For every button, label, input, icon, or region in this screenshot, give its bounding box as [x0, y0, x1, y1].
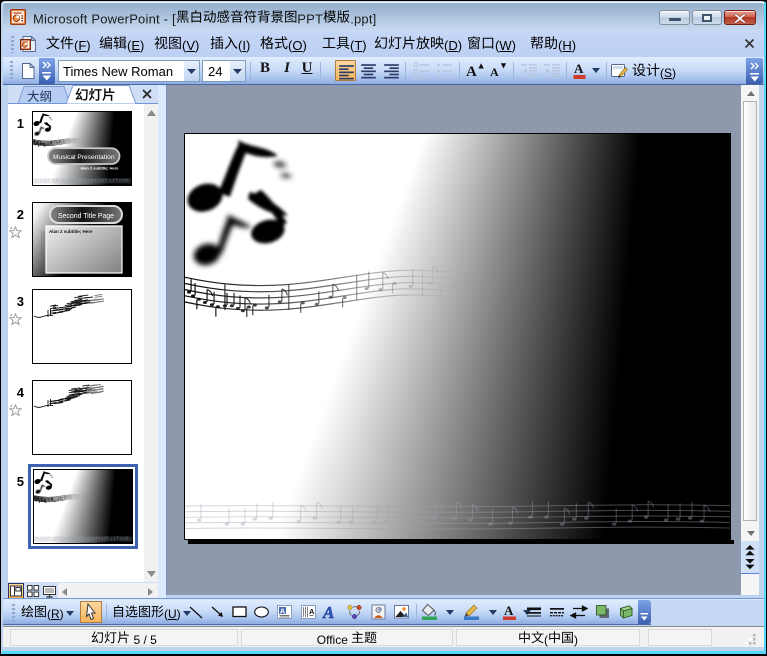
svg-text:A: A: [309, 607, 315, 616]
svg-text:Second Title Page: Second Title Page: [58, 213, 114, 220]
svg-text:A: A: [280, 606, 286, 615]
svg-text:A: A: [466, 64, 477, 80]
svg-text:Alan 2 subtitle; Here: Alan 2 subtitle; Here: [80, 166, 119, 171]
svg-text:A: A: [504, 603, 514, 618]
svg-text:A: A: [574, 61, 584, 76]
svg-text:Alan 2 subtitle; Here: Alan 2 subtitle; Here: [49, 229, 93, 234]
svg-text:A: A: [322, 603, 334, 622]
svg-text:Musical Presentation: Musical Presentation: [53, 154, 115, 161]
svg-text:A: A: [490, 65, 499, 79]
